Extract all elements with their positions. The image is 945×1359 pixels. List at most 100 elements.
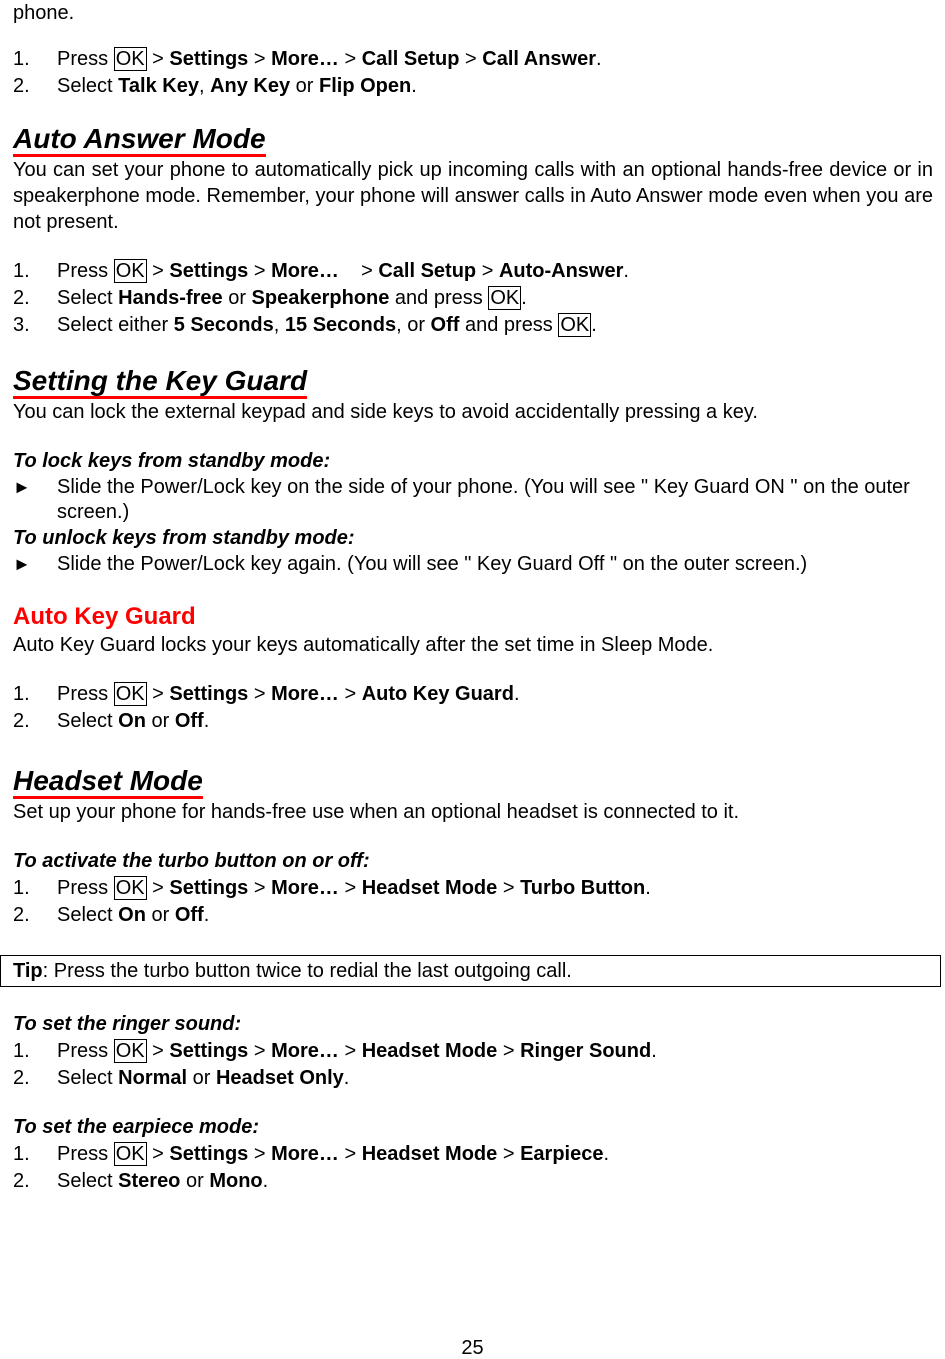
step-text-run: >	[248, 48, 272, 70]
step-text-run: .	[591, 314, 597, 336]
headset-mode-body: Set up your phone for hands-free use whe…	[13, 801, 740, 823]
step-number: 1.	[13, 260, 30, 282]
auto-key-guard-section: Auto Key Guard Auto Key Guard locks your…	[13, 602, 933, 658]
intro-tail-text: phone.	[13, 2, 75, 24]
step-text-run: >	[248, 260, 272, 282]
step-text-run: or	[145, 904, 175, 926]
menu-item-name: Talk Key	[118, 75, 199, 97]
ok-key-label: OK	[488, 286, 522, 310]
ok-key-label: OK	[113, 259, 147, 283]
step-text-run: >	[146, 683, 170, 705]
auto-answer-heading: Auto Answer Mode	[13, 124, 266, 157]
step-text-run: >	[146, 1143, 170, 1165]
step-text-run: .	[651, 1040, 657, 1062]
step-text-run: Press	[57, 260, 114, 282]
step-text-run: Select	[57, 1067, 119, 1089]
step-text: Select either 5 Seconds, 15 Seconds, or …	[57, 312, 933, 339]
step-text-run: >	[146, 260, 170, 282]
ok-key-label: OK	[113, 47, 147, 71]
step-text-run: .	[596, 48, 602, 70]
earpiece-heading: To set the earpiece mode:	[13, 1116, 259, 1138]
menu-item-name: Off	[174, 710, 204, 732]
step-number: 2.	[13, 75, 30, 97]
step-text: Press OK > Settings > More… > Auto Key G…	[57, 681, 933, 708]
step-text-run: or	[222, 287, 252, 309]
lock-keys-text: Slide the Power/Lock key on the side of …	[57, 476, 910, 523]
step-text: Select On or Off.	[57, 902, 933, 929]
step-number: 1.	[13, 1040, 30, 1062]
menu-item-name: Settings	[169, 683, 249, 705]
unlock-keys-bullet: ► Slide the Power/Lock key again. (You w…	[13, 552, 933, 577]
menu-item-name: More…	[271, 877, 339, 899]
menu-item-name: Call Setup	[361, 48, 460, 70]
step-item: 3. Select either 5 Seconds, 15 Seconds, o…	[13, 312, 933, 339]
menu-item-name: Hands-free	[118, 287, 223, 309]
step-text-run: >	[338, 1143, 362, 1165]
menu-item-name: Turbo Button	[520, 877, 646, 899]
step-text-run: Select	[57, 1170, 119, 1192]
ok-key-label: OK	[113, 876, 147, 900]
step-number: 2.	[13, 1170, 30, 1192]
step-text-run: .	[521, 287, 527, 309]
step-text-run: >	[497, 1143, 521, 1165]
step-text-run: .	[623, 260, 629, 282]
menu-item-name: Normal	[118, 1067, 188, 1089]
step-text-run: >	[248, 1143, 272, 1165]
step-text-run: >	[248, 877, 272, 899]
menu-item-name: Settings	[169, 877, 249, 899]
step-text-run: .	[513, 683, 520, 705]
step-text: Select Hands-free or Speakerphone and pr…	[57, 285, 933, 312]
auto-answer-body: You can set your phone to automatically …	[13, 159, 933, 233]
unlock-keys-text: Slide the Power/Lock key again. (You wil…	[57, 553, 808, 575]
auto-answer-section: Auto Answer Mode You can set your phone …	[13, 124, 933, 235]
step-text-run: and press	[389, 287, 489, 309]
step-text-run: >	[497, 877, 521, 899]
menu-item-name: Settings	[169, 260, 249, 282]
step-text-run: Select	[57, 287, 119, 309]
step-text-run: >	[146, 48, 170, 70]
menu-item-name: On	[118, 904, 146, 926]
step-text: Select Talk Key, Any Key or Flip Open.	[57, 73, 933, 100]
tip-text: : Press the turbo button twice to redial…	[42, 960, 572, 982]
step-text: Press OK > Settings > More… > Headset Mo…	[57, 875, 933, 902]
menu-item-name: Call Answer	[482, 48, 597, 70]
step-item: 1. Press OK > Settings > More… > Call Set…	[13, 46, 933, 73]
earpiece-steps: 1. Press OK > Settings > More… > Headset …	[13, 1141, 933, 1195]
step-text-run: ,	[198, 75, 211, 97]
step-text: Select Stereo or Mono.	[57, 1168, 933, 1195]
menu-item-name: Headset Only	[215, 1067, 344, 1089]
menu-item-name: Off	[430, 314, 460, 336]
menu-item-name: 5 Seconds	[173, 314, 274, 336]
step-item: 2. Select On or Off.	[13, 902, 933, 929]
menu-item-name: More…	[271, 48, 339, 70]
menu-item-name: Speakerphone	[251, 287, 390, 309]
step-text-run: >	[338, 877, 362, 899]
bullet-arrow-icon: ►	[13, 477, 31, 497]
step-number: 2.	[13, 904, 30, 926]
step-number: 1.	[13, 1143, 30, 1165]
step-item: 2. Select On or Off.	[13, 708, 933, 735]
step-text-run: >	[146, 1040, 170, 1062]
step-text-run: or	[145, 710, 175, 732]
step-text-run: >	[146, 877, 170, 899]
menu-item-name: Flip Open	[319, 75, 412, 97]
step-item: 1. Press OK > Settings > More… > Headset …	[13, 1038, 933, 1065]
turbo-block: To activate the turbo button on or off: …	[13, 848, 933, 929]
tip-box: Tip: Press the turbo button twice to red…	[0, 955, 941, 987]
menu-item-name: On	[118, 710, 146, 732]
menu-item-name: Auto-Answer	[498, 260, 624, 282]
ringer-steps: 1. Press OK > Settings > More… > Headset …	[13, 1038, 933, 1092]
key-guard-heading: Setting the Key Guard	[13, 366, 308, 399]
step-text-run: >	[338, 1040, 362, 1062]
step-text-run: .	[411, 75, 417, 97]
step-item: 2. Select Normal or Headset Only.	[13, 1065, 933, 1092]
lock-keys-block: To lock keys from standby mode: ► Slide …	[13, 448, 933, 577]
step-item: 1. Press OK > Settings > More… > Headset …	[13, 875, 933, 902]
step-text-run: .	[262, 1170, 269, 1192]
ok-key-label: OK	[113, 1039, 147, 1063]
ok-key-label: OK	[113, 1142, 147, 1166]
unlock-keys-heading: To unlock keys from standby mode:	[13, 527, 355, 549]
step-text: Press OK > Settings > More… > Call Setup…	[57, 46, 933, 73]
step-number: 1.	[13, 683, 30, 705]
menu-item-name: Headset Mode	[361, 1040, 498, 1062]
